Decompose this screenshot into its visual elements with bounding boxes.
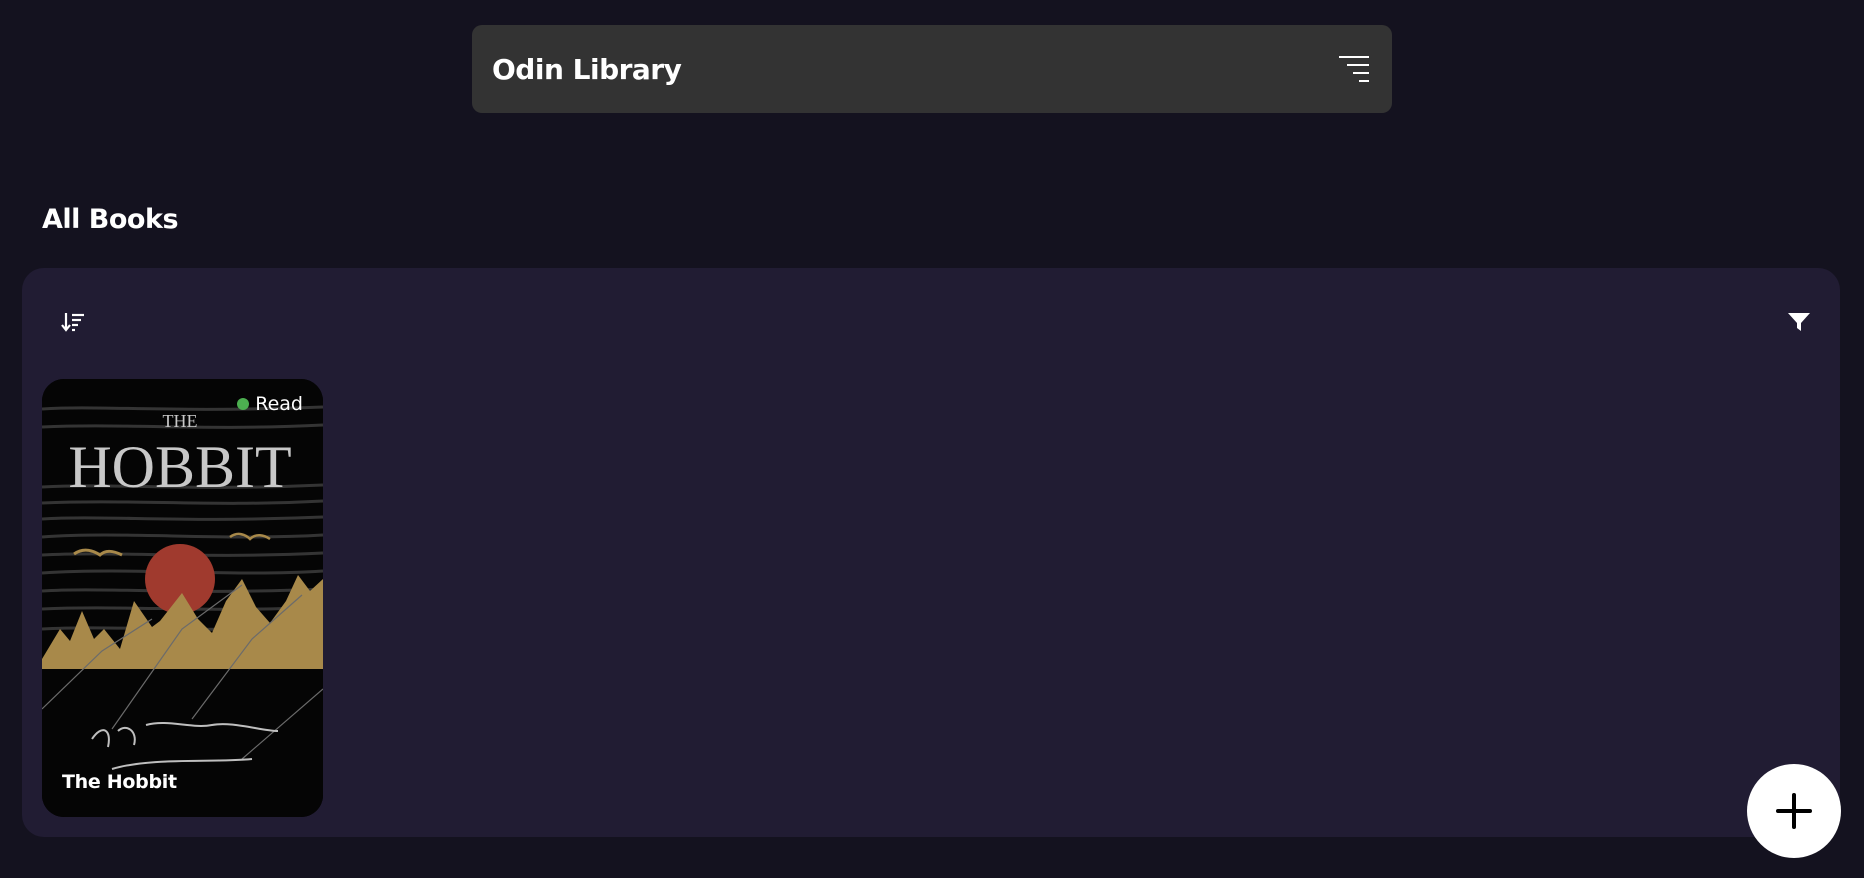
book-title: The Hobbit [62,771,177,793]
menu-button[interactable] [1336,51,1372,87]
app-header: Odin Library [472,25,1392,113]
cover-text-the: THE [163,411,198,431]
filter-icon [1788,313,1810,331]
add-book-button[interactable] [1747,764,1841,858]
book-cover-image: THE HOBBIT [42,379,323,817]
status-badge: Read [237,393,303,415]
plus-icon [1776,793,1812,829]
sort-descending-icon [61,313,84,332]
book-card[interactable]: THE HOBBIT Read The Hobbit [42,379,323,817]
filter-button[interactable] [1784,307,1814,337]
app-title: Odin Library [492,52,682,86]
books-panel: THE HOBBIT Read The Hobbit [22,268,1840,837]
menu-lines-icon [1339,56,1369,82]
cover-text-hobbit: HOBBIT [68,434,291,500]
sort-button[interactable] [58,307,88,337]
section-title: All Books [42,204,179,235]
status-label: Read [255,393,303,415]
status-dot [237,398,250,410]
